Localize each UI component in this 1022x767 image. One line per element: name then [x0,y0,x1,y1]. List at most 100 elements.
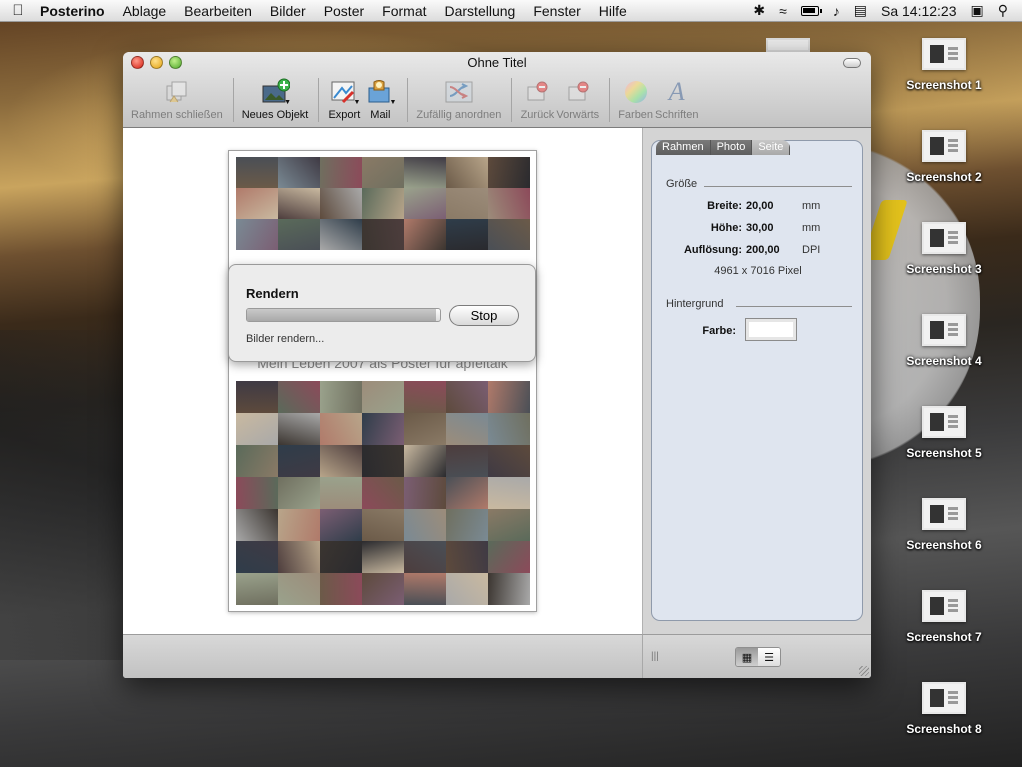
photo-thumbnail[interactable] [446,413,488,445]
redo-button[interactable]: Vorwärts [556,76,599,121]
photo-thumbnail[interactable] [236,477,278,509]
photo-thumbnail[interactable] [278,445,320,477]
photo-thumbnail[interactable] [488,573,530,605]
photo-thumbnail[interactable] [278,477,320,509]
photo-thumbnail[interactable] [362,573,404,605]
photo-thumbnail[interactable] [320,541,362,573]
photo-thumbnail[interactable] [278,413,320,445]
photo-thumbnail[interactable] [236,541,278,573]
photo-thumbnail[interactable] [320,445,362,477]
photo-thumbnail[interactable] [404,219,446,250]
photo-thumbnail[interactable] [488,157,530,188]
photo-thumbnail[interactable] [278,188,320,219]
menu-app-posterino[interactable]: Posterino [36,0,114,22]
photo-thumbnail[interactable] [404,157,446,188]
resolution-value[interactable]: 200,00 [746,244,780,256]
photo-thumbnail[interactable] [446,573,488,605]
photo-thumbnail[interactable] [320,219,362,250]
shuffle-button[interactable]: Zufällig anordnen [416,76,501,121]
wifi-icon[interactable]: ≈ [779,3,787,19]
photo-thumbnail[interactable] [320,413,362,445]
photo-thumbnail[interactable] [278,541,320,573]
split-grip-icon[interactable]: ||| [651,651,659,662]
photo-thumbnail[interactable] [362,157,404,188]
photo-thumbnail[interactable] [236,188,278,219]
window-resize-grip[interactable] [859,666,869,676]
undo-button[interactable]: Zurück [520,76,554,121]
menu-bearbeiten[interactable]: Bearbeiten [175,0,261,22]
photo-thumbnail[interactable] [488,413,530,445]
photo-thumbnail[interactable] [278,219,320,250]
photo-thumbnail[interactable] [404,188,446,219]
desktop-icon-screenshot-7[interactable]: Screenshot 7 [894,590,994,644]
desktop-icon-screenshot-5[interactable]: Screenshot 5 [894,406,994,460]
desktop-icon-screenshot-4[interactable]: Screenshot 4 [894,314,994,368]
photo-thumbnail[interactable] [236,509,278,541]
grid-view-icon[interactable]: ▦ [736,648,758,666]
desktop-icon-screenshot-8[interactable]: Screenshot 8 [894,682,994,736]
photo-thumbnail[interactable] [488,381,530,413]
photo-thumbnail[interactable] [236,381,278,413]
stop-render-button[interactable]: Stop [449,305,519,326]
photo-thumbnail[interactable] [278,157,320,188]
photo-thumbnail[interactable] [488,509,530,541]
tab-rahmen[interactable]: Rahmen [656,140,711,155]
photo-thumbnail[interactable] [362,413,404,445]
photo-thumbnail[interactable] [362,477,404,509]
photo-thumbnail[interactable] [236,573,278,605]
export-button[interactable]: ▼ Export [327,76,361,121]
photo-thumbnail[interactable] [488,477,530,509]
photo-thumbnail[interactable] [446,541,488,573]
apple-menu-icon[interactable]:  [0,2,36,19]
photo-thumbnail[interactable] [446,477,488,509]
photo-thumbnail[interactable] [446,381,488,413]
photo-thumbnail[interactable] [404,477,446,509]
width-value[interactable]: 20,00 [746,200,774,212]
list-view-icon[interactable]: ☰ [758,648,780,666]
menu-hilfe[interactable]: Hilfe [590,0,636,22]
tab-seite[interactable]: Seite [752,140,791,155]
menu-format[interactable]: Format [373,0,435,22]
photo-thumbnail[interactable] [404,573,446,605]
menu-darstellung[interactable]: Darstellung [436,0,525,22]
tab-photo[interactable]: Photo [710,140,753,155]
photo-thumbnail[interactable] [320,381,362,413]
poster-preview[interactable]: Mein Leben 2007 als Poster für apfeltalk [228,150,537,612]
menu-poster[interactable]: Poster [315,0,373,22]
photo-thumbnail[interactable] [278,573,320,605]
photo-thumbnail[interactable] [362,509,404,541]
photo-thumbnail[interactable] [236,445,278,477]
photo-thumbnail[interactable] [320,157,362,188]
photo-thumbnail[interactable] [362,381,404,413]
menu-ablage[interactable]: Ablage [114,0,176,22]
photo-thumbnail[interactable] [320,188,362,219]
menu-clock[interactable]: Sa 14:12:23 [881,3,957,19]
poster-canvas-area[interactable]: Mein Leben 2007 als Poster für apfeltalk… [123,128,643,634]
background-color-well[interactable] [745,318,797,341]
photo-thumbnail[interactable] [362,445,404,477]
photo-thumbnail[interactable] [236,157,278,188]
new-object-button[interactable]: ▼ Neues Objekt [242,76,308,121]
photo-thumbnail[interactable] [362,541,404,573]
height-value[interactable]: 30,00 [746,222,774,234]
photo-thumbnail[interactable] [278,381,320,413]
photo-thumbnail[interactable] [446,445,488,477]
menu-fenster[interactable]: Fenster [524,0,589,22]
photo-thumbnail[interactable] [446,157,488,188]
volume-icon[interactable]: ♪ [833,3,840,19]
photo-thumbnail[interactable] [404,541,446,573]
photo-thumbnail[interactable] [404,381,446,413]
photo-thumbnail[interactable] [320,509,362,541]
photo-thumbnail[interactable] [488,188,530,219]
photo-thumbnail[interactable] [320,573,362,605]
bluetooth-icon[interactable]: ✱ [753,2,765,19]
photo-thumbnail[interactable] [446,219,488,250]
close-frame-button[interactable]: Rahmen schließen [131,76,223,121]
photo-thumbnail[interactable] [488,541,530,573]
mail-button[interactable]: ▼ Mail [363,76,397,121]
photo-thumbnail[interactable] [404,509,446,541]
photo-thumbnail[interactable] [236,413,278,445]
input-menu-icon[interactable]: ▤ [854,2,867,19]
fonts-button[interactable]: A Schriften [655,76,698,121]
photo-thumbnail[interactable] [404,445,446,477]
